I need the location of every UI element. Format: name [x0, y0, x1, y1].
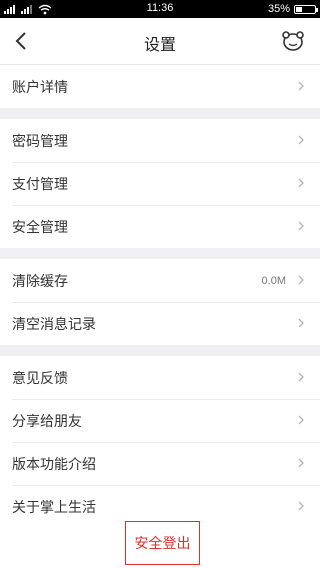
- settings-item-label: 意见反馈: [12, 370, 68, 387]
- chevron-right-icon: [298, 372, 304, 382]
- settings-item-password[interactable]: 密码管理: [0, 119, 320, 162]
- logout-button[interactable]: 安全登出: [125, 521, 200, 565]
- settings-item-label: 关于掌上生活: [12, 499, 96, 516]
- chevron-right-icon: [298, 318, 304, 328]
- battery-fill: [296, 6, 303, 12]
- section-divider: [0, 248, 320, 259]
- settings-item-label: 清除缓存: [12, 273, 68, 290]
- customer-service-button[interactable]: [280, 28, 306, 54]
- settings-item-label: 清空消息记录: [12, 316, 96, 333]
- settings-item-label: 支付管理: [12, 176, 68, 193]
- nav-bar: 设置: [0, 18, 320, 65]
- settings-item-clear-cache[interactable]: 清除缓存 0.0M: [0, 259, 320, 302]
- settings-item-payment[interactable]: 支付管理: [0, 162, 320, 205]
- settings-item-share[interactable]: 分享给朋友: [0, 399, 320, 442]
- section-divider: [0, 345, 320, 356]
- settings-item-security[interactable]: 安全管理: [0, 205, 320, 248]
- chevron-right-icon: [298, 221, 304, 231]
- chevron-right-icon: [298, 501, 304, 511]
- chevron-right-icon: [298, 458, 304, 468]
- settings-item-label: 账户详情: [12, 79, 68, 96]
- settings-group-account: 账户详情: [0, 65, 320, 108]
- customer-service-icon: [282, 31, 304, 51]
- settings-group-storage: 清除缓存 0.0M 清空消息记录: [0, 259, 320, 345]
- settings-group-security: 密码管理 支付管理 安全管理: [0, 119, 320, 248]
- battery-icon: [294, 4, 318, 14]
- chevron-right-icon: [298, 178, 304, 188]
- status-right: 35%: [267, 2, 318, 16]
- chevron-right-icon: [298, 275, 304, 285]
- section-divider: [0, 108, 320, 119]
- status-bar: 11:36 35%: [0, 0, 320, 18]
- settings-item-label: 安全管理: [12, 219, 68, 236]
- settings-group-about: 意见反馈 分享给朋友 版本功能介绍 关于掌上生活: [0, 356, 320, 528]
- logout-area: 安全登出: [0, 521, 320, 568]
- settings-item-label: 分享给朋友: [12, 413, 82, 430]
- settings-list: 账户详情 密码管理 支付管理 安全管理 清除缓存 0.0M 清空消息记录 意见反…: [0, 65, 320, 528]
- settings-item-version-intro[interactable]: 版本功能介绍: [0, 442, 320, 485]
- chevron-right-icon: [298, 135, 304, 145]
- page-title: 设置: [143, 35, 176, 54]
- cache-size-value: 0.0M: [261, 274, 286, 287]
- chevron-right-icon: [298, 415, 304, 425]
- settings-item-label: 密码管理: [12, 133, 68, 150]
- settings-item-feedback[interactable]: 意见反馈: [0, 356, 320, 399]
- battery-percent: 35%: [267, 3, 290, 15]
- settings-item-clear-messages[interactable]: 清空消息记录: [0, 302, 320, 345]
- chevron-right-icon: [298, 81, 304, 91]
- settings-item-label: 版本功能介绍: [12, 456, 96, 473]
- settings-item-account-details[interactable]: 账户详情: [0, 65, 320, 108]
